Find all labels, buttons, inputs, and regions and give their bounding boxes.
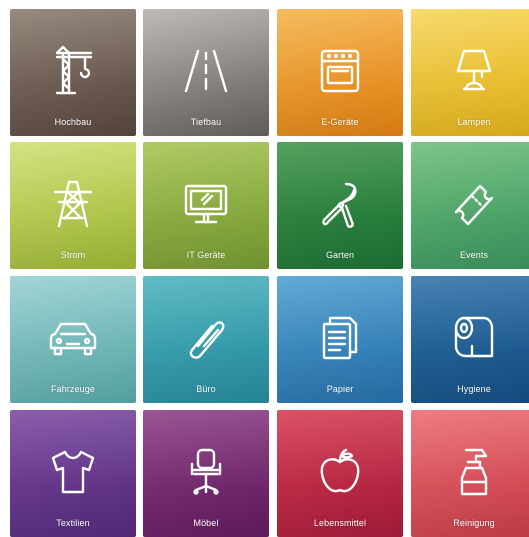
car-icon	[45, 310, 101, 366]
tile-hochbau[interactable]: Hochbau	[10, 9, 136, 136]
power-pylon-icon	[45, 176, 101, 232]
tile-label: Strom	[60, 250, 86, 260]
pruning-shears-icon	[312, 176, 368, 232]
tile-label: IT Geräte	[186, 250, 226, 260]
spray-bottle-icon	[446, 444, 502, 500]
tile-label: Reinigung	[453, 518, 495, 528]
tile-label: Textilien	[56, 518, 90, 528]
tile-it-geraete[interactable]: IT Geräte	[143, 142, 269, 269]
tile-papier[interactable]: Papier	[277, 276, 403, 403]
tile-garten[interactable]: Garten	[277, 142, 403, 269]
tile-events[interactable]: Events	[411, 142, 529, 269]
tile-label: Lampen	[457, 117, 491, 127]
tile-strom[interactable]: Strom	[10, 142, 136, 269]
tile-textilien[interactable]: Textilien	[10, 410, 136, 537]
tile-label: Hygiene	[457, 384, 491, 394]
apple-icon	[312, 444, 368, 500]
tile-label: Hochbau	[54, 117, 92, 127]
crane-icon	[45, 43, 101, 99]
monitor-icon	[178, 176, 234, 232]
tile-label: Fahrzeuge	[51, 384, 95, 394]
tile-tiefbau[interactable]: Tiefbau	[143, 9, 269, 136]
tile-lampen[interactable]: Lampen	[411, 9, 529, 136]
tile-hygiene[interactable]: Hygiene	[411, 276, 529, 403]
paperclip-icon	[178, 310, 234, 366]
tile-e-geraete[interactable]: E-Geräte	[277, 9, 403, 136]
lamp-icon	[446, 43, 502, 99]
tile-label: Garten	[325, 250, 355, 260]
road-icon	[178, 43, 234, 99]
tile-label: Büro	[196, 384, 216, 394]
tile-label: Papier	[326, 384, 354, 394]
documents-icon	[312, 310, 368, 366]
tile-label: Lebensmittel	[313, 518, 367, 528]
oven-icon	[312, 43, 368, 99]
toilet-paper-icon	[446, 310, 502, 366]
tile-lebensmittel[interactable]: Lebensmittel	[277, 410, 403, 537]
tile-fahrzeuge[interactable]: Fahrzeuge	[10, 276, 136, 403]
tile-reinigung[interactable]: Reinigung	[411, 410, 529, 537]
tile-label: Möbel	[193, 518, 219, 528]
tile-label: Tiefbau	[190, 117, 222, 127]
office-chair-icon	[178, 444, 234, 500]
tile-label: E-Geräte	[321, 117, 359, 127]
category-grid: Hochbau Tiefbau E-Geräte Lampen Strom IT…	[0, 0, 529, 537]
tshirt-icon	[45, 444, 101, 500]
tile-label: Events	[459, 250, 489, 260]
ticket-icon	[446, 176, 502, 232]
tile-buero[interactable]: Büro	[143, 276, 269, 403]
tile-moebel[interactable]: Möbel	[143, 410, 269, 537]
